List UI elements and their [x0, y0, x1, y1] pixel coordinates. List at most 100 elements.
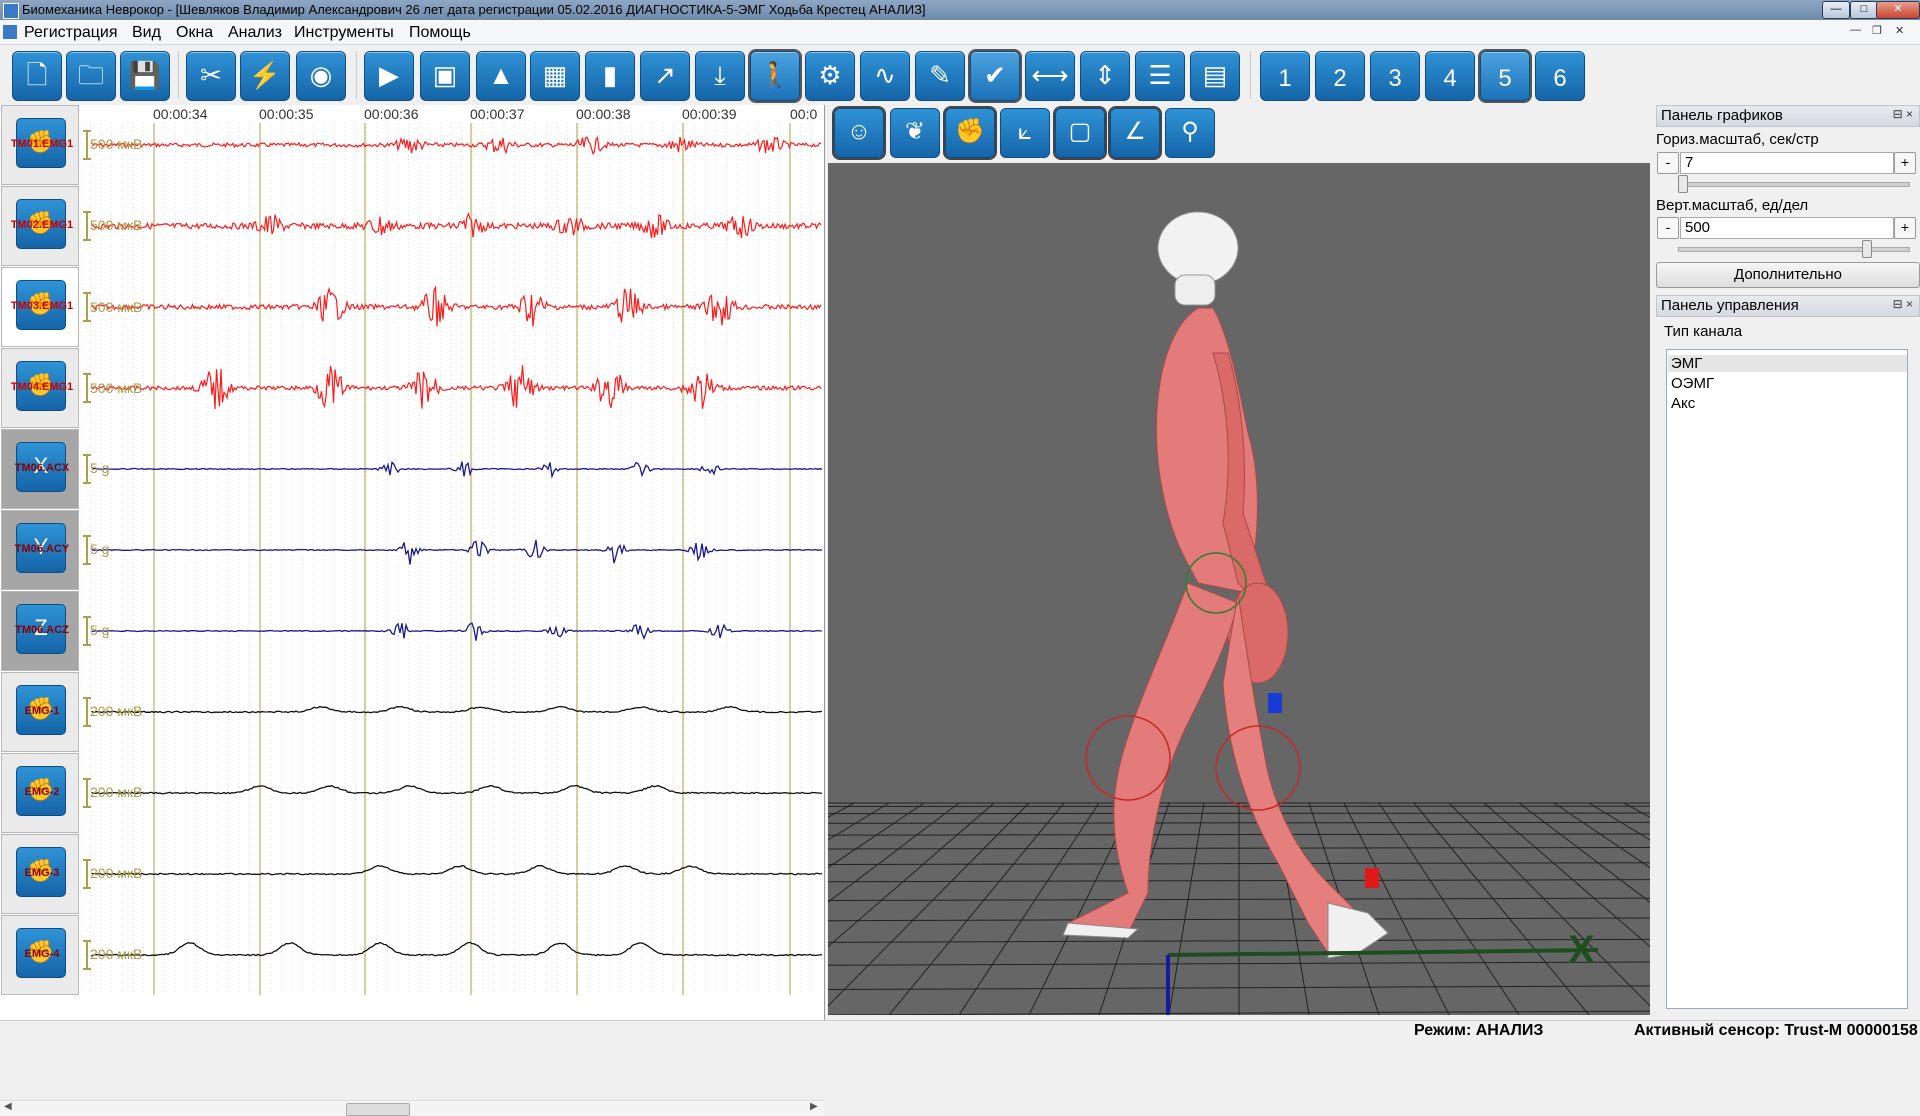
hscale-input[interactable]: 7	[1680, 152, 1894, 174]
camera-icon[interactable]: ◉	[296, 51, 346, 101]
screen-3-button[interactable]: 3	[1370, 51, 1420, 101]
channel-button-emg-2[interactable]: ✊ EMG-2	[1, 753, 79, 833]
channel-button-tm01-emg1[interactable]: ✊ TM01.EMG1	[1, 105, 79, 185]
joint-angles-icon[interactable]: ⟀	[1000, 108, 1050, 158]
angle-icon[interactable]: ∠	[1110, 108, 1160, 158]
hscale-slider-knob[interactable]	[1678, 175, 1688, 193]
scroll-thumb[interactable]	[346, 1103, 410, 1116]
panel-pin-icon[interactable]: ⊟ ×	[1893, 297, 1913, 311]
checkmark-icon[interactable]: ✔	[970, 51, 1020, 101]
amplitude-measure-icon[interactable]: ⇕	[1080, 51, 1130, 101]
floor-grid-line	[1449, 803, 1650, 1015]
mdi-restore-button[interactable]: ❐	[1872, 24, 1882, 37]
mdi-minimize-button[interactable]: —	[1850, 24, 1861, 36]
channel-type-item-emg[interactable]: ЭМГ	[1668, 355, 1907, 372]
body-figure-icon[interactable]: ☺	[834, 108, 884, 158]
frame-icon[interactable]: ▢	[1055, 108, 1105, 158]
channel-button-emg-4[interactable]: ✊ EMG-4	[1, 915, 79, 995]
hscale-slider[interactable]	[1678, 182, 1910, 187]
maximize-button[interactable]: □	[1850, 1, 1878, 19]
channel-button-tm06-acz[interactable]: Z TM06.ACZ	[1, 591, 79, 671]
window-titlebar: Биомеханика Неврокор - [Шевляков Владими…	[0, 0, 1920, 20]
channel-button-tm04-emg1[interactable]: ✊ TM04.EMG1	[1, 348, 79, 428]
channel-name: EMG-4	[4, 948, 80, 960]
musculoskeletal-figure[interactable]	[1063, 212, 1388, 958]
more-options-button[interactable]: Дополнительно	[1656, 262, 1920, 288]
bar-chart-icon[interactable]: ▮	[585, 51, 635, 101]
sensor-marker-blue[interactable]	[1268, 693, 1282, 713]
lungs-icon[interactable]: ❦	[890, 108, 940, 158]
vscale-input[interactable]: 500	[1680, 217, 1894, 239]
close-button[interactable]: ✕	[1876, 1, 1920, 19]
floor-grid-line	[1484, 803, 1650, 1015]
report-icon[interactable]: ☰	[1135, 51, 1185, 101]
scroll-right-icon[interactable]: ▶	[810, 1101, 818, 1112]
panel-pin-icon[interactable]: ⊟ ×	[1893, 107, 1913, 121]
channel-scale-label: 200 мкВ	[90, 865, 142, 881]
mdi-close-button[interactable]: ✕	[1895, 24, 1904, 37]
document-icon[interactable]	[3, 25, 17, 39]
channel-button-emg-3[interactable]: ✊ EMG-3	[1, 834, 79, 914]
channel-button-tm02-emg1[interactable]: ✊ TM02.EMG1	[1, 186, 79, 266]
muscle-arm-icon[interactable]: ✊	[945, 108, 995, 158]
sensor-signal-icon[interactable]: ⚡	[240, 51, 290, 101]
vscale-slider[interactable]	[1678, 247, 1910, 252]
screen-2-button[interactable]: 2	[1315, 51, 1365, 101]
3d-scene-canvas[interactable]: X	[828, 163, 1650, 1015]
signal-chart-panel[interactable]: 00:00:34 00:00:35 00:00:36 00:00:37 00:0…	[0, 105, 825, 1020]
new-document-icon[interactable]: 🗋	[12, 51, 62, 101]
horizontal-scrollbar[interactable]: ◀ ▶	[0, 1100, 824, 1116]
ground-marker-icon[interactable]: ⚲	[1165, 108, 1215, 158]
screen-1-button[interactable]: 1	[1260, 51, 1310, 101]
play-icon[interactable]: ▶	[364, 51, 414, 101]
screen-6-button[interactable]: 6	[1535, 51, 1585, 101]
screen-4-button[interactable]: 4	[1425, 51, 1475, 101]
channel-type-list[interactable]: ЭМГ ОЭМГ Акс	[1666, 349, 1908, 1009]
time-label: 00:00:35	[259, 106, 314, 122]
monitor-chart-icon[interactable]: ▣	[420, 51, 470, 101]
sensor-marker-red[interactable]	[1365, 868, 1379, 888]
screen-4-label: 4	[1443, 65, 1456, 92]
menu-windows[interactable]: Окна	[176, 24, 213, 42]
open-folder-icon[interactable]: 🗀	[66, 51, 116, 101]
line-chart-icon[interactable]: ↗	[640, 51, 690, 101]
form-icon[interactable]: ▤	[1190, 51, 1240, 101]
channel-name: TM03.EMG1	[4, 300, 80, 312]
pencil-icon[interactable]: ✎	[915, 51, 965, 101]
area-chart-icon[interactable]: ▲	[476, 51, 526, 101]
curve-icon[interactable]: ∿	[860, 51, 910, 101]
signal-waveforms[interactable]	[80, 105, 822, 995]
walking-person-icon[interactable]: 🚶	[750, 51, 800, 101]
menu-bar: Регистрация Вид Окна Анализ Инструменты …	[0, 20, 1920, 45]
x-axis-line	[1168, 950, 1598, 955]
channel-button-tm06-acx[interactable]: X TM06.ACX	[1, 429, 79, 509]
hscale-increment-button[interactable]: +	[1894, 152, 1916, 174]
minimize-button[interactable]: —	[1822, 1, 1850, 19]
channel-button-tm06-acy[interactable]: Y TM06.ACY	[1, 510, 79, 590]
scroll-left-icon[interactable]: ◀	[4, 1101, 12, 1112]
channel-button-tm03-emg1[interactable]: ✊ TM03.EMG1	[1, 267, 79, 347]
vscale-increment-button[interactable]: +	[1894, 217, 1916, 239]
table-icon[interactable]: ▦	[530, 51, 580, 101]
channel-type-item-oemg[interactable]: ОЭМГ	[1671, 375, 1714, 392]
menu-analysis[interactable]: Анализ	[228, 24, 282, 42]
download-icon[interactable]: ⤓	[695, 51, 745, 101]
floor-grid-line	[1554, 803, 1650, 1015]
vscale-decrement-button[interactable]: -	[1657, 217, 1679, 239]
channel-button-emg-1[interactable]: ✊ EMG-1	[1, 672, 79, 752]
channel-scale-label: 5 g	[90, 541, 109, 557]
hscale-decrement-button[interactable]: -	[1657, 152, 1679, 174]
time-label: 00:00:36	[364, 106, 419, 122]
channel-type-item-acc[interactable]: Акс	[1671, 395, 1695, 412]
menu-help[interactable]: Помощь	[409, 24, 471, 42]
screen-5-button[interactable]: 5	[1480, 51, 1530, 101]
horizontal-measure-icon[interactable]: ⟷	[1025, 51, 1075, 101]
tools-icon[interactable]: ✂	[186, 51, 236, 101]
save-disk-icon[interactable]: 💾	[120, 51, 170, 101]
cycling-icon[interactable]: ⚙	[805, 51, 855, 101]
vscale-slider-knob[interactable]	[1862, 240, 1872, 258]
menu-view[interactable]: Вид	[132, 24, 161, 42]
3d-scene-viewport[interactable]: X	[828, 163, 1650, 1015]
menu-registration[interactable]: Регистрация	[24, 24, 118, 42]
menu-tools[interactable]: Инструменты	[294, 24, 394, 42]
